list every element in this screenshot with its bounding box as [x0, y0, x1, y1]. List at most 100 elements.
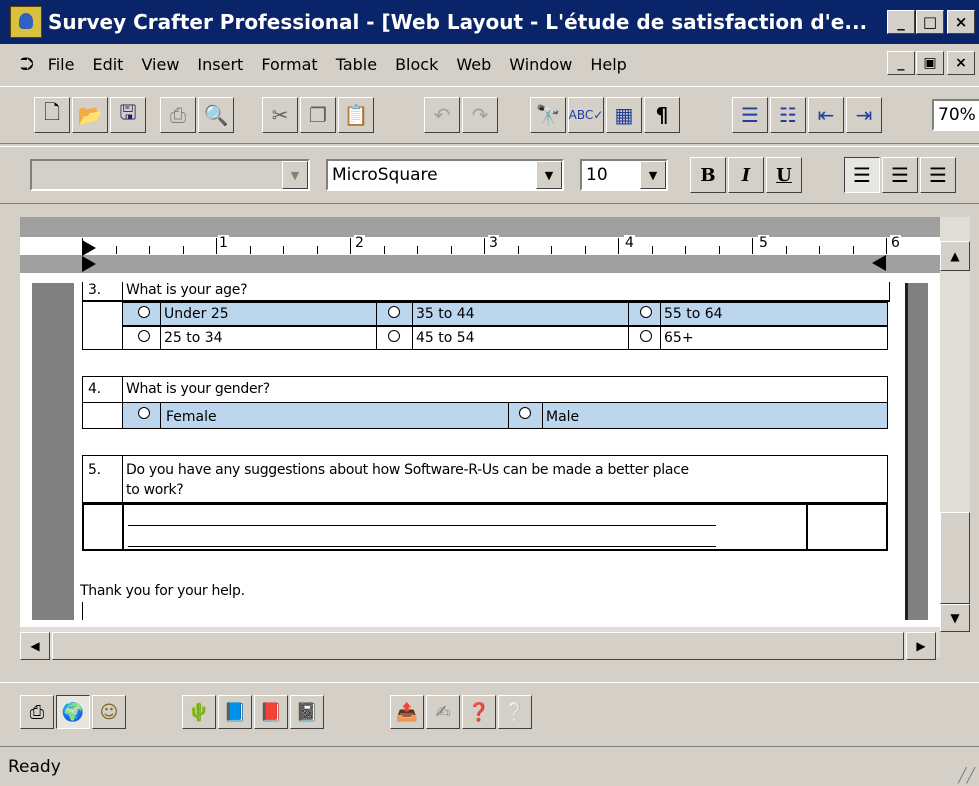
- scroll-down-icon[interactable]: ▼: [940, 604, 970, 632]
- numbered-list-icon[interactable]: ☰: [732, 97, 768, 133]
- copy-icon[interactable]: ❐: [300, 97, 336, 133]
- q3-option-row-2: [122, 326, 888, 350]
- radio-female[interactable]: [138, 407, 150, 419]
- cut-icon[interactable]: ✂: [262, 97, 298, 133]
- scroll-left-icon[interactable]: ◀: [20, 632, 50, 660]
- radio-25-to-34[interactable]: [138, 330, 150, 342]
- font-combo[interactable]: MicroSquare ▼: [326, 159, 564, 191]
- thank-you-text: Thank you for your help.: [80, 583, 245, 599]
- radio-35-to-44[interactable]: [388, 306, 400, 318]
- left-indent-marker[interactable]: [82, 240, 96, 256]
- zoom-combo[interactable]: 70%: [932, 99, 979, 131]
- publish-icon[interactable]: 📤: [390, 695, 424, 729]
- book-disabled-icon[interactable]: 📓: [290, 695, 324, 729]
- insert-image-icon[interactable]: 🌵: [182, 695, 216, 729]
- page-margin-right: [905, 283, 928, 620]
- radio-under-25[interactable]: [138, 306, 150, 318]
- doc-restore-button[interactable]: ▣: [916, 51, 944, 75]
- menu-format[interactable]: Format: [261, 55, 317, 74]
- help-book-icon[interactable]: ❓: [462, 695, 496, 729]
- q4-col-divider-0: [160, 402, 161, 429]
- scroll-up-icon[interactable]: ▲: [940, 241, 970, 271]
- radio-55-to-64[interactable]: [640, 306, 652, 318]
- radio-65-plus[interactable]: [640, 330, 652, 342]
- q5-answer-line-1[interactable]: [128, 525, 716, 526]
- bold-button[interactable]: B: [690, 157, 726, 193]
- open-folder-icon[interactable]: 📂: [72, 97, 108, 133]
- chevron-down-icon[interactable]: ▼: [640, 161, 666, 189]
- book-icon[interactable]: 📘: [218, 695, 252, 729]
- q4-number: 4.: [88, 381, 101, 397]
- q4-col-divider-1: [508, 402, 509, 429]
- horizontal-scroll-thumb[interactable]: [52, 632, 904, 660]
- help-disabled-icon[interactable]: ❔: [498, 695, 532, 729]
- web-layout-view-icon[interactable]: 🌍: [56, 695, 90, 729]
- ruler-tick: [652, 246, 653, 254]
- redo-icon[interactable]: ↷: [462, 97, 498, 133]
- style-combo[interactable]: ▼: [30, 159, 310, 191]
- menu-edit[interactable]: Edit: [92, 55, 123, 74]
- menu-help[interactable]: Help: [590, 55, 626, 74]
- print-icon[interactable]: ⎙: [160, 97, 196, 133]
- align-center-icon[interactable]: ☰: [882, 157, 918, 193]
- radio-male[interactable]: [519, 407, 531, 419]
- first-line-indent-marker[interactable]: [82, 256, 96, 272]
- ruler-mark-4: 4: [624, 235, 635, 251]
- menu-bar: ⮊ File Edit View Insert Format Table Blo…: [0, 44, 979, 84]
- app-icon[interactable]: [10, 6, 42, 38]
- bulleted-list-icon[interactable]: ☷: [770, 97, 806, 133]
- maximize-button[interactable]: □: [916, 10, 944, 34]
- option-under-25: Under 25: [164, 306, 229, 322]
- edit-icon[interactable]: ✍: [426, 695, 460, 729]
- align-left-icon[interactable]: ☰: [844, 157, 880, 193]
- resize-grip-icon[interactable]: ╱╱: [958, 768, 975, 784]
- chevron-down-icon[interactable]: ▼: [282, 161, 308, 189]
- print-preview-icon[interactable]: 🔍: [198, 97, 234, 133]
- insert-table-icon[interactable]: ▦: [606, 97, 642, 133]
- doc-icon[interactable]: ⮊: [20, 54, 34, 75]
- right-indent-marker[interactable]: [872, 255, 886, 271]
- new-document-icon[interactable]: 🗋: [34, 97, 70, 133]
- q5-divider: [122, 455, 123, 503]
- close-button[interactable]: ×: [947, 10, 975, 34]
- decrease-indent-icon[interactable]: ⇤: [808, 97, 844, 133]
- ruler-tick: [752, 238, 753, 254]
- menu-view[interactable]: View: [141, 55, 179, 74]
- align-right-icon[interactable]: ☰: [920, 157, 956, 193]
- q5-text-line1: Do you have any suggestions about how So…: [126, 462, 689, 478]
- interview-view-icon[interactable]: ☺: [92, 695, 126, 729]
- ruler-mark-2: 2: [354, 235, 365, 251]
- paste-icon[interactable]: 📋: [338, 97, 374, 133]
- doc-close-button[interactable]: ×: [947, 51, 975, 75]
- underline-button[interactable]: U: [766, 157, 802, 193]
- vertical-scroll-thumb[interactable]: [940, 512, 970, 604]
- increase-indent-icon[interactable]: ⇥: [846, 97, 882, 133]
- find-icon[interactable]: 🔭: [530, 97, 566, 133]
- undo-icon[interactable]: ↶: [424, 97, 460, 133]
- ruler-strip: [20, 237, 940, 255]
- menu-block[interactable]: Block: [395, 55, 438, 74]
- save-icon[interactable]: 🖫: [110, 97, 146, 133]
- ruler-tick: [786, 246, 787, 254]
- menu-web[interactable]: Web: [456, 55, 491, 74]
- spelling-icon[interactable]: ABC✓: [568, 97, 604, 133]
- menu-window[interactable]: Window: [509, 55, 572, 74]
- show-formatting-icon[interactable]: ¶: [644, 97, 680, 133]
- radio-45-to-54[interactable]: [388, 330, 400, 342]
- menu-table[interactable]: Table: [336, 55, 377, 74]
- doc-minimize-button[interactable]: _: [887, 51, 915, 75]
- menu-file[interactable]: File: [48, 55, 75, 74]
- q3-left-border: [82, 302, 83, 350]
- menu-insert[interactable]: Insert: [197, 55, 243, 74]
- print-layout-view-icon[interactable]: ⎙: [20, 695, 54, 729]
- font-size-combo[interactable]: 10 ▼: [580, 159, 668, 191]
- q5-answer-line-2[interactable]: [128, 546, 716, 547]
- italic-button[interactable]: I: [728, 157, 764, 193]
- text-cursor: [82, 602, 83, 620]
- q5-number: 5.: [88, 462, 101, 478]
- scroll-right-icon[interactable]: ▶: [906, 632, 936, 660]
- view-toolbar: ⎙ 🌍 ☺ 🌵 📘 📕 📓 📤 ✍ ❓ ❔: [0, 682, 979, 739]
- book-red-icon[interactable]: 📕: [254, 695, 288, 729]
- minimize-button[interactable]: _: [887, 10, 915, 34]
- chevron-down-icon[interactable]: ▼: [536, 161, 562, 189]
